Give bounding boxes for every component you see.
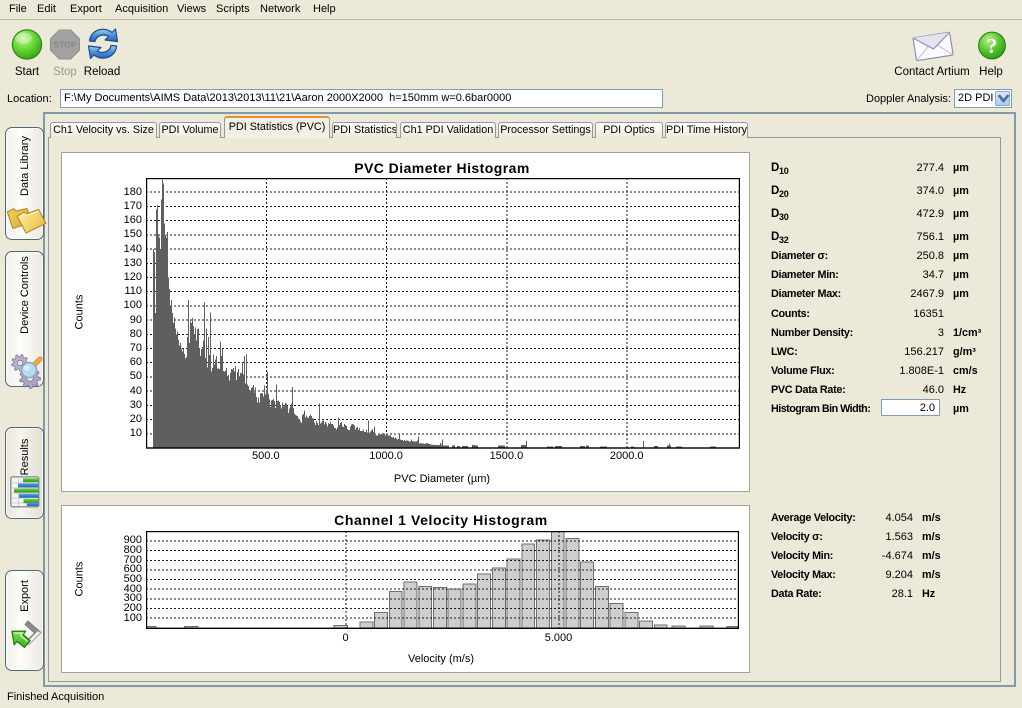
- svg-text:?: ?: [987, 34, 998, 58]
- svg-text:STOP: STOP: [54, 40, 77, 50]
